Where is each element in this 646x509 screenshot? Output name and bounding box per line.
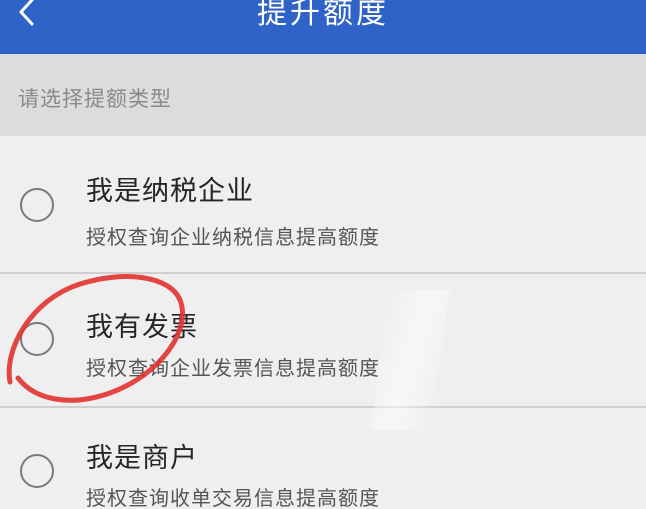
page-title: 提升额度 xyxy=(257,0,389,31)
section-label: 请选择提额类型 xyxy=(18,87,172,111)
option-title: 我是纳税企业 xyxy=(86,176,254,207)
section-header: 请选择提额类型 xyxy=(0,54,646,136)
header-bar: 提升额度 xyxy=(0,0,646,54)
option-merchant[interactable]: 我是商户 授权查询收单交易信息提高额度 xyxy=(0,408,646,509)
radio-button[interactable] xyxy=(20,322,54,356)
option-title: 我有发票 xyxy=(86,312,198,343)
option-title: 我是商户 xyxy=(86,443,198,474)
radio-button[interactable] xyxy=(20,188,54,222)
option-invoice[interactable]: 我有发票 授权查询企业发票信息提高额度 xyxy=(0,274,646,408)
option-description: 授权查询企业纳税信息提高额度 xyxy=(86,225,380,249)
screen: 提升额度 请选择提额类型 我是纳税企业 授权查询企业纳税信息提高额度 我有发票 … xyxy=(0,0,646,509)
option-description: 授权查询收单交易信息提高额度 xyxy=(86,486,380,509)
option-description: 授权查询企业发票信息提高额度 xyxy=(86,356,380,380)
radio-button[interactable] xyxy=(20,454,54,488)
option-tax-enterprise[interactable]: 我是纳税企业 授权查询企业纳税信息提高额度 xyxy=(0,136,646,274)
